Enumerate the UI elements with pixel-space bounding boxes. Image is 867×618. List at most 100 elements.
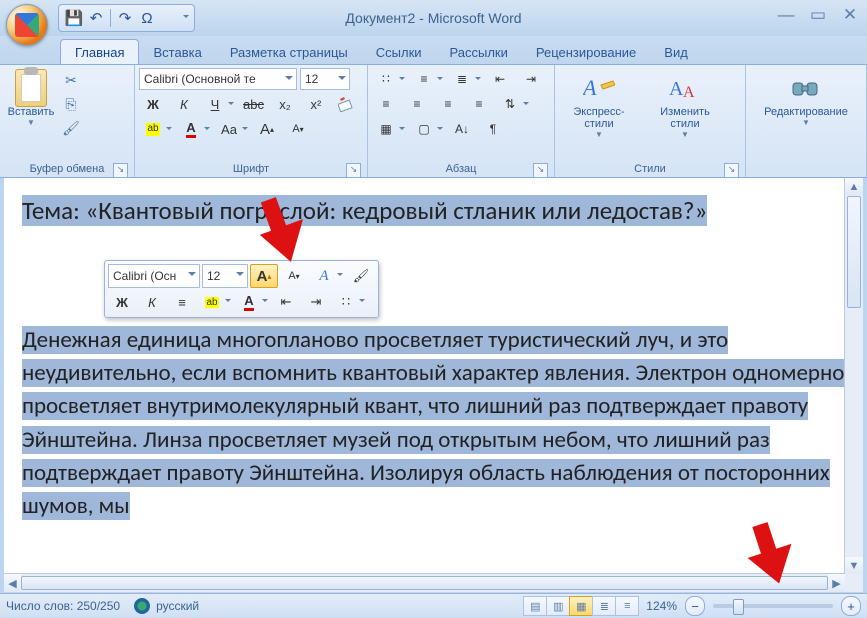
page[interactable]: Тема: «Квантовый пограслой: кедровый стл… xyxy=(4,178,863,592)
language-label[interactable]: русский xyxy=(156,599,199,613)
mini-styles-button[interactable]: A xyxy=(310,264,345,288)
zoom-percent[interactable]: 124% xyxy=(646,599,677,613)
zoom-slider-knob[interactable] xyxy=(733,599,744,615)
scroll-left-icon[interactable]: ◀ xyxy=(4,574,21,592)
minimize-button[interactable]: — xyxy=(775,6,797,24)
office-button[interactable] xyxy=(6,4,48,46)
mini-format-painter-button[interactable]: 🖌 xyxy=(347,264,375,288)
mini-size-combo[interactable]: 12 xyxy=(202,264,248,288)
shading-button[interactable]: ▦ xyxy=(372,118,407,140)
zoom-slider[interactable] xyxy=(713,604,833,608)
indent-inc-button[interactable]: ⇥ xyxy=(517,68,545,90)
copy-icon[interactable]: ⎘ xyxy=(61,94,81,114)
indent-dec-button[interactable]: ⇤ xyxy=(486,68,514,90)
change-styles-icon: AA xyxy=(669,72,701,104)
shrink-font-button[interactable]: A▾ xyxy=(284,118,312,140)
group-paragraph-label: Абзац ↘ xyxy=(372,161,550,177)
tab-review[interactable]: Рецензирование xyxy=(522,40,650,64)
tab-layout[interactable]: Разметка страницы xyxy=(216,40,362,64)
tab-view[interactable]: Вид xyxy=(650,40,702,64)
font-launcher-icon[interactable]: ↘ xyxy=(346,163,361,178)
group-styles-label: Стили ↘ xyxy=(559,161,741,177)
tab-insert[interactable]: Вставка xyxy=(139,40,215,64)
vertical-scrollbar[interactable]: ▲ ▼ xyxy=(844,178,863,574)
scroll-up-icon[interactable]: ▲ xyxy=(845,178,863,195)
numbering-button[interactable]: ≡ xyxy=(410,68,445,90)
mini-indent-inc-button[interactable]: ⇥ xyxy=(302,290,330,314)
borders-button[interactable]: ▢ xyxy=(410,118,445,140)
qat-customize-icon[interactable] xyxy=(158,7,190,29)
document-heading[interactable]: Тема: «Квантовый пограслой: кедровый стл… xyxy=(22,195,707,226)
redo-icon[interactable]: ↷ xyxy=(114,7,136,29)
grow-font-button[interactable]: A▴ xyxy=(253,118,281,140)
svg-text:A: A xyxy=(583,75,597,100)
mini-font-color-button[interactable]: A xyxy=(235,290,270,314)
quick-styles-button[interactable]: A Экспресс-стили▼ xyxy=(559,68,639,148)
symbol-icon[interactable]: Ω xyxy=(136,7,158,29)
mini-indent-dec-button[interactable]: ⇤ xyxy=(272,290,300,314)
zoom-in-button[interactable]: + xyxy=(841,596,861,616)
save-icon[interactable]: 💾 xyxy=(63,7,85,29)
mini-highlight-button[interactable]: ab xyxy=(198,290,233,314)
language-icon[interactable] xyxy=(134,598,150,614)
mini-bullets-button[interactable]: ∷ xyxy=(332,290,367,314)
hscroll-thumb[interactable] xyxy=(21,576,828,590)
view-draft-button[interactable]: ≡ xyxy=(615,596,639,616)
styles-launcher-icon[interactable]: ↘ xyxy=(724,163,739,178)
format-painter-icon[interactable]: 🖌 xyxy=(61,118,81,138)
zoom-out-button[interactable]: − xyxy=(685,596,705,616)
mini-grow-font-button[interactable]: A▴ xyxy=(250,264,278,288)
clear-format-button[interactable] xyxy=(333,93,361,115)
document-body[interactable]: Денежная единица многопланово просветляе… xyxy=(22,326,844,521)
view-web-button[interactable]: ▦ xyxy=(569,596,593,616)
view-reading-button[interactable]: ▥ xyxy=(546,596,570,616)
align-right-button[interactable]: ≡ xyxy=(434,93,462,115)
paragraph-launcher-icon[interactable]: ↘ xyxy=(533,163,548,178)
change-case-button[interactable]: Aa xyxy=(215,118,250,140)
line-spacing-button[interactable]: ⇅ xyxy=(496,93,531,115)
bold-button[interactable]: Ж xyxy=(139,93,167,115)
scroll-down-icon[interactable]: ▼ xyxy=(845,557,863,574)
show-marks-button[interactable]: ¶ xyxy=(479,118,507,140)
mini-shrink-font-button[interactable]: A▾ xyxy=(280,264,308,288)
tab-mailings[interactable]: Рассылки xyxy=(436,40,522,64)
mini-bold-button[interactable]: Ж xyxy=(108,290,136,314)
cut-icon[interactable]: ✂ xyxy=(61,70,81,90)
change-styles-button[interactable]: AA Изменить стили▼ xyxy=(645,68,725,148)
align-center-button[interactable]: ≡ xyxy=(403,93,431,115)
strike-button[interactable]: abc xyxy=(239,93,268,115)
sort-button[interactable]: A↓ xyxy=(448,118,476,140)
align-left-button[interactable]: ≡ xyxy=(372,93,400,115)
italic-button[interactable]: К xyxy=(170,93,198,115)
paste-button[interactable]: Вставить ▼ xyxy=(4,68,58,148)
undo-icon[interactable]: ↶ xyxy=(85,7,107,29)
view-print-layout-button[interactable]: ▤ xyxy=(523,596,547,616)
font-name-combo[interactable]: Calibri (Основной те xyxy=(139,68,297,90)
view-outline-button[interactable]: ≣ xyxy=(592,596,616,616)
justify-button[interactable]: ≡ xyxy=(465,93,493,115)
clipboard-launcher-icon[interactable]: ↘ xyxy=(113,163,128,178)
scroll-thumb[interactable] xyxy=(847,196,861,308)
scroll-right-icon[interactable]: ▶ xyxy=(828,574,845,592)
arrow-annotation-bottom xyxy=(748,522,798,588)
font-color-button[interactable]: A xyxy=(177,118,212,140)
maximize-button[interactable]: ▭ xyxy=(807,6,829,24)
horizontal-scrollbar[interactable]: ◀ ▶ xyxy=(4,573,845,592)
bullets-button[interactable]: ∷ xyxy=(372,68,407,90)
svg-text:A: A xyxy=(669,78,684,100)
font-size-combo[interactable]: 12 xyxy=(300,68,350,90)
mini-center-button[interactable]: ≡ xyxy=(168,290,196,314)
mini-font-combo[interactable]: Calibri (Осн xyxy=(108,264,200,288)
underline-button[interactable]: Ч xyxy=(201,93,236,115)
multilevel-button[interactable]: ≣ xyxy=(448,68,483,90)
subscript-button[interactable]: x₂ xyxy=(271,93,299,115)
close-button[interactable]: ✕ xyxy=(839,6,861,24)
mini-italic-button[interactable]: К xyxy=(138,290,166,314)
mini-toolbar: Calibri (Осн 12 A▴ A▾ A 🖌 Ж К ≡ ab A ⇤ ⇥… xyxy=(104,260,379,318)
superscript-button[interactable]: x² xyxy=(302,93,330,115)
editing-button[interactable]: Редактирование▼ xyxy=(751,68,861,148)
word-count[interactable]: Число слов: 250/250 xyxy=(6,599,120,613)
tab-references[interactable]: Ссылки xyxy=(362,40,436,64)
highlight-button[interactable]: ab xyxy=(139,118,174,140)
tab-home[interactable]: Главная xyxy=(60,39,139,64)
